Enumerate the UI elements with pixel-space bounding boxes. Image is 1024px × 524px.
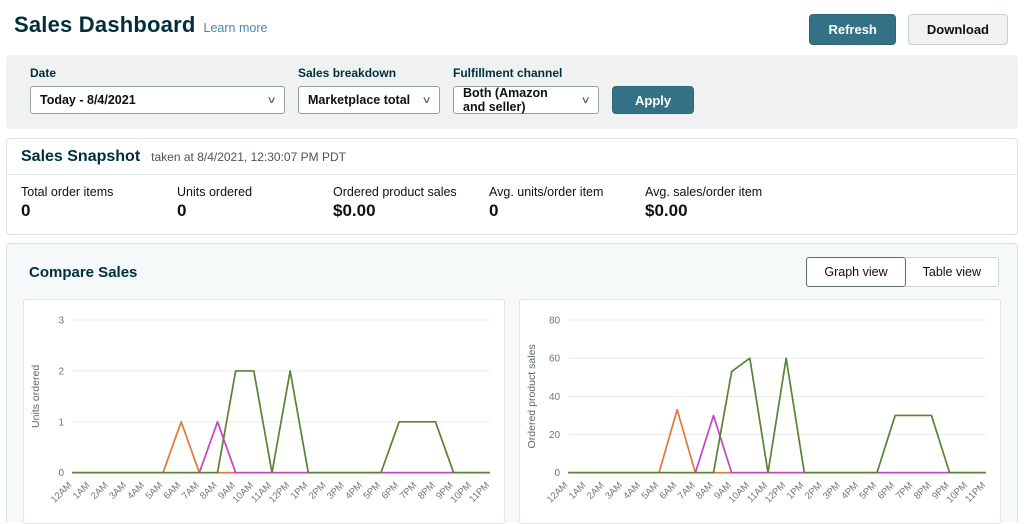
- svg-text:1PM: 1PM: [785, 480, 807, 502]
- svg-text:0: 0: [555, 468, 561, 479]
- svg-text:3AM: 3AM: [107, 480, 129, 502]
- svg-text:6PM: 6PM: [876, 480, 898, 502]
- svg-text:4AM: 4AM: [125, 480, 147, 502]
- table-view-button[interactable]: Table view: [906, 257, 999, 287]
- svg-text:2PM: 2PM: [803, 480, 825, 502]
- units-ordered-chart: 012312AM1AM2AM3AM4AM5AM6AM7AM8AM9AM10AM1…: [28, 306, 500, 523]
- svg-text:Ordered product sales: Ordered product sales: [526, 344, 538, 448]
- charts-row: 012312AM1AM2AM3AM4AM5AM6AM7AM8AM9AM10AM1…: [7, 299, 1017, 524]
- sales-snapshot-card: Sales Snapshot taken at 8/4/2021, 12:30:…: [6, 138, 1018, 235]
- svg-text:5AM: 5AM: [144, 480, 166, 502]
- page-header: Sales Dashboard Learn more Refresh Downl…: [0, 0, 1024, 55]
- svg-text:1AM: 1AM: [567, 480, 589, 502]
- units-ordered-chart-card: 012312AM1AM2AM3AM4AM5AM6AM7AM8AM9AM10AM1…: [23, 299, 505, 524]
- svg-text:5PM: 5PM: [361, 480, 383, 502]
- svg-text:0: 0: [59, 468, 65, 479]
- svg-text:2: 2: [59, 366, 65, 377]
- date-select[interactable]: Today - 8/4/2021 ∨: [30, 86, 285, 114]
- svg-text:4AM: 4AM: [621, 480, 643, 502]
- svg-text:7AM: 7AM: [180, 480, 202, 502]
- svg-text:8PM: 8PM: [416, 480, 438, 502]
- ordered-product-sales-chart: 02040608012AM1AM2AM3AM4AM5AM6AM7AM8AM9AM…: [524, 306, 996, 523]
- svg-text:8PM: 8PM: [912, 480, 934, 502]
- sales-breakdown-select[interactable]: Marketplace total ∨: [298, 86, 440, 114]
- svg-text:60: 60: [549, 354, 561, 365]
- svg-text:10PM: 10PM: [945, 480, 970, 505]
- stat-avg-units-order-item: Avg. units/order item 0: [489, 185, 645, 221]
- svg-text:6PM: 6PM: [380, 480, 402, 502]
- svg-text:4PM: 4PM: [839, 480, 861, 502]
- snapshot-timestamp: taken at 8/4/2021, 12:30:07 PM PDT: [151, 150, 346, 164]
- svg-text:10AM: 10AM: [231, 480, 256, 505]
- stat-avg-sales-order-item: Avg. sales/order item $0.00: [645, 185, 801, 221]
- stat-total-order-items: Total order items 0: [21, 185, 177, 221]
- svg-text:6AM: 6AM: [658, 480, 680, 502]
- page-title: Sales Dashboard: [14, 12, 196, 38]
- svg-text:3PM: 3PM: [821, 480, 843, 502]
- graph-view-button[interactable]: Graph view: [806, 257, 905, 287]
- svg-text:7PM: 7PM: [398, 480, 420, 502]
- filter-bar: Date Today - 8/4/2021 ∨ Sales breakdown …: [6, 55, 1018, 129]
- svg-text:7AM: 7AM: [676, 480, 698, 502]
- svg-text:12PM: 12PM: [763, 480, 788, 505]
- svg-text:10PM: 10PM: [449, 480, 474, 505]
- sales-breakdown-label: Sales breakdown: [298, 66, 440, 80]
- learn-more-link[interactable]: Learn more: [204, 21, 268, 35]
- svg-text:1AM: 1AM: [71, 480, 93, 502]
- svg-text:12PM: 12PM: [267, 480, 292, 505]
- svg-text:3: 3: [59, 316, 65, 327]
- svg-text:11PM: 11PM: [467, 480, 492, 505]
- fulfillment-channel-value: Both (Amazon and seller): [463, 86, 572, 114]
- chevron-down-icon: ∨: [266, 95, 276, 106]
- ordered-product-sales-chart-card: 02040608012AM1AM2AM3AM4AM5AM6AM7AM8AM9AM…: [519, 299, 1001, 524]
- fulfillment-channel-select[interactable]: Both (Amazon and seller) ∨: [453, 86, 599, 114]
- view-toggle-group: Graph view Table view: [806, 257, 999, 287]
- svg-text:11PM: 11PM: [963, 480, 988, 505]
- svg-text:2AM: 2AM: [585, 480, 607, 502]
- svg-text:1PM: 1PM: [289, 480, 311, 502]
- stat-units-ordered: Units ordered 0: [177, 185, 333, 221]
- svg-text:5PM: 5PM: [857, 480, 879, 502]
- svg-text:12AM: 12AM: [545, 480, 570, 505]
- chevron-down-icon: ∨: [580, 95, 590, 106]
- svg-text:12AM: 12AM: [49, 480, 74, 505]
- svg-text:3PM: 3PM: [325, 480, 347, 502]
- fulfillment-channel-label: Fulfillment channel: [453, 66, 599, 80]
- svg-text:2AM: 2AM: [89, 480, 111, 502]
- svg-text:7PM: 7PM: [894, 480, 916, 502]
- svg-text:1: 1: [59, 417, 65, 428]
- compare-sales-section: Compare Sales Graph view Table view 0 1 2 3…: [6, 243, 1018, 522]
- chevron-down-icon: ∨: [421, 95, 431, 106]
- apply-button[interactable]: Apply: [612, 86, 694, 114]
- svg-text:80: 80: [549, 316, 561, 327]
- svg-text:2PM: 2PM: [307, 480, 329, 502]
- date-filter-label: Date: [30, 66, 285, 80]
- date-select-value: Today - 8/4/2021: [40, 93, 136, 107]
- svg-text:5AM: 5AM: [640, 480, 662, 502]
- sales-breakdown-value: Marketplace total: [308, 93, 410, 107]
- svg-text:8AM: 8AM: [694, 480, 716, 502]
- refresh-button[interactable]: Refresh: [809, 14, 895, 45]
- download-button[interactable]: Download: [908, 14, 1008, 45]
- compare-sales-title: Compare Sales: [29, 264, 137, 281]
- svg-text:20: 20: [549, 430, 561, 441]
- svg-text:10AM: 10AM: [727, 480, 752, 505]
- svg-text:4PM: 4PM: [343, 480, 365, 502]
- svg-text:40: 40: [549, 392, 561, 403]
- stat-ordered-product-sales: Ordered product sales $0.00: [333, 185, 489, 221]
- svg-text:8AM: 8AM: [198, 480, 220, 502]
- sales-snapshot-title: Sales Snapshot: [21, 148, 140, 166]
- svg-text:6AM: 6AM: [162, 480, 184, 502]
- svg-text:Units ordered: Units ordered: [30, 365, 42, 428]
- svg-text:3AM: 3AM: [603, 480, 625, 502]
- snapshot-stats-row: Total order items 0 Units ordered 0 Orde…: [7, 175, 1017, 234]
